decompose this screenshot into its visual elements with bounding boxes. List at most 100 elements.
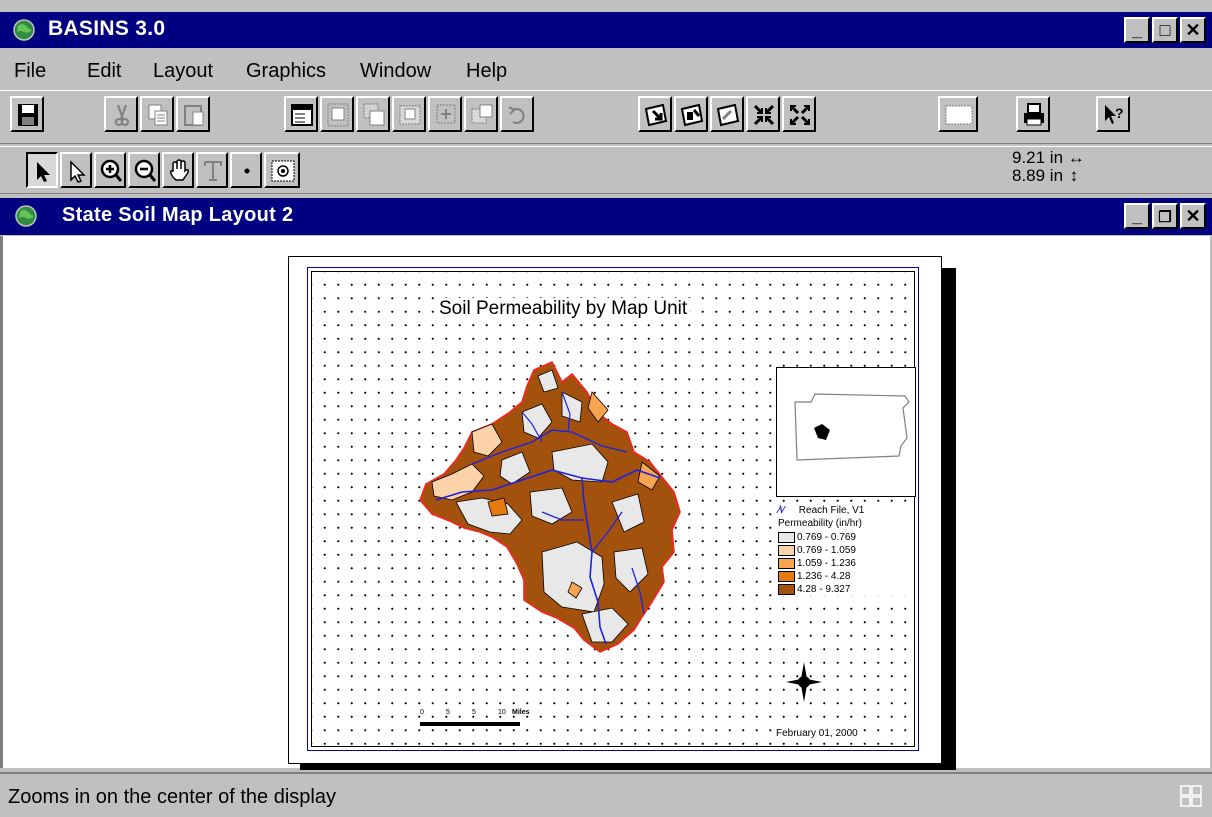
layout-page[interactable]: Soil Permeability by Map Unit ⁄\⁄ Reach … (288, 256, 942, 764)
width-value: 9.21 in (1012, 148, 1064, 167)
symbol-tool[interactable] (230, 152, 262, 188)
cut-button[interactable] (104, 96, 138, 132)
resize-grip-icon[interactable] (1180, 785, 1202, 807)
scale-tick-4: 10 (498, 709, 506, 716)
legend-class-3: 1.059 - 1.236 (778, 558, 856, 569)
pointer-tool[interactable] (26, 152, 58, 188)
legend-label-5: 4.28 - 9.327 (797, 584, 851, 596)
layout-canvas[interactable]: Soil Permeability by Map Unit ⁄\⁄ Reach … (0, 236, 1212, 770)
zoom-to-extent-button[interactable] (674, 96, 708, 132)
text-tool[interactable] (196, 152, 228, 188)
menu-bar: File Edit Layout Graphics Window Help (0, 56, 1212, 86)
status-bar: Zooms in on the center of the display (0, 772, 1212, 817)
maximize-button[interactable]: □ (1152, 17, 1178, 43)
legend-label-3: 1.059 - 1.236 (797, 558, 856, 570)
pan-tool[interactable] (162, 152, 194, 188)
zoom-page-icon (644, 103, 668, 127)
point-icon (244, 168, 250, 174)
menu-window[interactable]: Window (360, 60, 431, 83)
toolbar-tools: 9.21 in ↔ 8.89 in ↕ (0, 146, 1212, 194)
legend-swatch-5 (778, 584, 795, 595)
legend-class-2: 0.769 - 1.059 (778, 545, 856, 556)
properties-icon (291, 104, 313, 126)
layout-close-button[interactable]: ✕ (1180, 203, 1206, 229)
scale-tick-3: 5 (472, 709, 476, 716)
hand-icon (170, 159, 190, 181)
vertical-arrow-icon: ↕ (1069, 166, 1079, 185)
menu-graphics[interactable]: Graphics (246, 60, 326, 83)
app-title-bar: BASINS 3.0 _ □ ✕ (0, 12, 1212, 48)
basins-globe-icon (13, 19, 35, 41)
scissors-icon (115, 104, 129, 126)
context-help-button[interactable]: ? (1096, 96, 1130, 132)
ungroup-icon (363, 103, 385, 126)
horizontal-arrow-icon: ↔ (1067, 148, 1085, 167)
copy-icon (148, 104, 168, 126)
properties-button[interactable] (284, 96, 318, 132)
zoom-to-page-button[interactable] (638, 96, 672, 132)
bring-to-front-icon (399, 105, 421, 125)
legend-reach-row: ⁄\⁄ Reach File, V1 (778, 505, 864, 516)
copy-button[interactable] (140, 96, 174, 132)
select-frame-icon (945, 105, 973, 125)
zoom-out-icon (134, 159, 157, 182)
legend-swatch-2 (778, 545, 795, 556)
menu-file[interactable]: File (14, 60, 46, 83)
frame-tool-icon (271, 160, 295, 182)
legend-class-1: 0.769 - 0.769 (778, 532, 856, 543)
group-icon (327, 103, 349, 127)
map-frame[interactable]: Soil Permeability by Map Unit ⁄\⁄ Reach … (311, 271, 916, 747)
menu-help[interactable]: Help (466, 60, 507, 83)
minimize-icon: _ (1131, 206, 1142, 226)
watershed-map (419, 360, 681, 653)
layout-minimize-button[interactable]: _ (1124, 203, 1150, 229)
send-to-back-icon (436, 104, 456, 124)
zoom-out-tool[interactable] (128, 152, 160, 188)
paste-button[interactable] (176, 96, 210, 132)
minimize-button[interactable]: _ (1124, 17, 1150, 43)
undo-button[interactable] (500, 96, 534, 132)
legend-reach-label: Reach File, V1 (798, 505, 865, 516)
group-button[interactable] (320, 96, 354, 132)
undo-icon (508, 106, 525, 124)
restore-icon: ❐ (1158, 209, 1172, 226)
layout-restore-button[interactable]: ❐ (1152, 203, 1178, 229)
hollow-pointer-icon (70, 160, 86, 183)
app-title: BASINS 3.0 (48, 17, 166, 40)
zoom-extent-icon (680, 103, 704, 127)
legend-class-5: 4.28 - 9.327 (778, 584, 850, 595)
select-all-button[interactable] (938, 96, 978, 132)
save-button[interactable] (10, 96, 44, 132)
frame-tool[interactable] (264, 152, 300, 188)
arrow-pointer-icon (37, 162, 50, 182)
bring-to-front-button[interactable] (392, 96, 426, 132)
vertex-edit-tool[interactable] (60, 152, 92, 188)
menu-layout[interactable]: Layout (153, 60, 213, 83)
north-arrow-icon (786, 662, 822, 702)
legend-label-4: 1.236 - 4.28 (797, 571, 851, 583)
zoom-in-tool[interactable] (94, 152, 126, 188)
align-button[interactable] (464, 96, 498, 132)
scale-bar-fill (420, 722, 520, 726)
layout-window-title: State Soil Map Layout 2 (62, 204, 294, 226)
close-button[interactable]: ✕ (1180, 17, 1206, 43)
map-title: Soil Permeability by Map Unit (436, 298, 691, 320)
scale-tick-1: 0 (420, 709, 424, 716)
scale-units: Miles (512, 709, 530, 716)
map-date: February 01, 2000 (776, 728, 858, 739)
zoom-actual-button[interactable] (710, 96, 744, 132)
legend-class-4: 1.236 - 4.28 (778, 571, 850, 582)
status-text: Zooms in on the center of the display (8, 786, 336, 808)
help-pointer-icon: ? (1105, 105, 1124, 124)
send-to-back-button[interactable] (428, 96, 462, 132)
legend-swatch-1 (778, 532, 795, 543)
zoom-in-icon (100, 159, 123, 182)
menu-edit[interactable]: Edit (87, 60, 121, 83)
printer-icon (1024, 103, 1044, 126)
align-icon (471, 104, 493, 124)
legend-swatch-4 (778, 571, 795, 582)
print-button[interactable] (1016, 96, 1050, 132)
zoom-out-page-button[interactable] (782, 96, 816, 132)
zoom-in-page-button[interactable] (746, 96, 780, 132)
ungroup-button[interactable] (356, 96, 390, 132)
